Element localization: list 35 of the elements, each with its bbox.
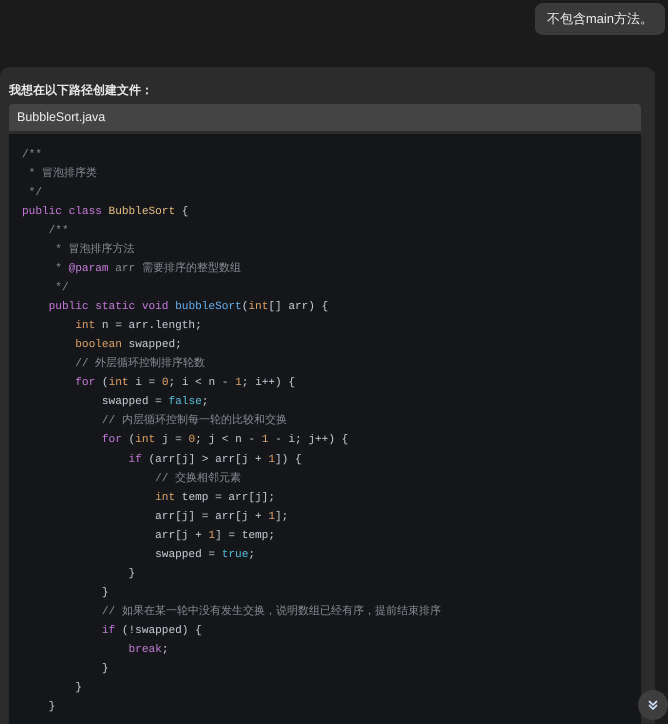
double-chevron-down-icon <box>647 699 659 711</box>
code-line: if (arr[j] > arr[j + 1]) { <box>128 452 302 468</box>
code-comment: // 内层循环控制每一轮的比较和交换 <box>100 412 287 430</box>
code-line: int n = arr.length; <box>74 319 202 334</box>
code-line: swapped = false; <box>100 395 208 410</box>
code-comment: // 交换相邻元素 <box>154 470 242 487</box>
code-line: * @param arr 需要排序的整型数组 <box>54 260 241 278</box>
code-line: } <box>100 586 109 601</box>
code-line: } <box>48 700 56 716</box>
code-comment: /** <box>48 224 69 239</box>
code-line: public static void bubbleSort(int[] arr) { <box>48 300 328 316</box>
code-line: break; <box>128 642 168 658</box>
scroll-down-button[interactable] <box>638 690 668 720</box>
code-line: } <box>128 566 136 582</box>
intro-text: 我想在以下路径创建文件： <box>9 82 154 99</box>
code-comment: */ <box>28 186 42 201</box>
code-line: } <box>74 681 82 696</box>
code-comment: * 冒泡排序类 <box>28 166 97 182</box>
code-line: for (int j = 0; j < n - 1 - i; j++) { <box>100 433 348 448</box>
code-line: public class BubbleSort { <box>22 204 188 220</box>
file-path: BubbleSort.java <box>9 104 641 131</box>
code-comment: */ <box>54 281 69 296</box>
code-comment: // 如果在某一轮中没有发生交换，说明数组已经有序，提前结束排序 <box>100 604 441 620</box>
code-line: for (int i = 0; i < n - 1; i++) { <box>74 376 296 392</box>
code-comment: * 冒泡排序方法 <box>54 242 135 258</box>
user-message: 不包含main方法。 <box>534 3 665 35</box>
code-line: swapped = true; <box>154 548 256 563</box>
code-line: if (!swapped) { <box>100 624 202 639</box>
code-line: } <box>100 662 109 678</box>
code-line: arr[j + 1] = temp; <box>154 528 275 544</box>
code-line: int temp = arr[j]; <box>154 490 275 506</box>
code-line: boolean swapped; <box>74 338 182 354</box>
code-comment: /** <box>22 148 42 163</box>
code-comment: // 外层循环控制排序轮数 <box>74 356 206 372</box>
code-line: arr[j] = arr[j + 1]; <box>154 510 288 525</box>
